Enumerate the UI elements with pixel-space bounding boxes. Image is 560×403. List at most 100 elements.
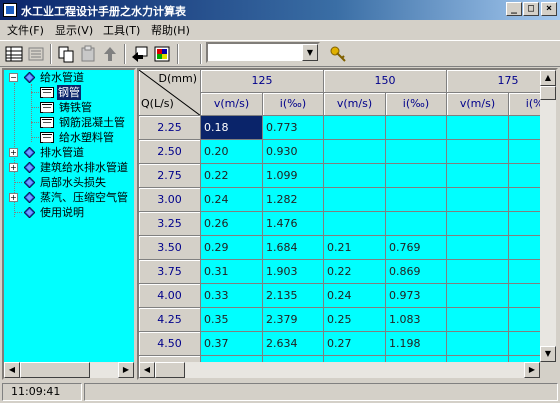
maximize-button[interactable]: □: [523, 2, 539, 16]
velocity-cell[interactable]: [324, 116, 386, 140]
grid-vertical-scrollbar[interactable]: ▲ ▼: [540, 70, 556, 362]
menu-tools[interactable]: 工具(T): [103, 22, 140, 38]
up-arrow-icon[interactable]: [100, 44, 120, 64]
gradient-cell[interactable]: 1.476: [263, 212, 324, 236]
gradient-cell[interactable]: 0.769: [386, 236, 447, 260]
copy-icon[interactable]: [56, 44, 76, 64]
gradient-cell[interactable]: 1.684: [263, 236, 324, 260]
gradient-cell[interactable]: 1.198: [386, 332, 447, 356]
key-icon[interactable]: [329, 44, 349, 64]
gradient-cell[interactable]: 2.379: [263, 308, 324, 332]
flow-row-header[interactable]: 4.50: [139, 332, 201, 356]
gradient-cell[interactable]: 1.083: [386, 308, 447, 332]
velocity-cell[interactable]: [447, 164, 509, 188]
gradient-cell[interactable]: [509, 140, 540, 164]
gradient-cell[interactable]: 0.869: [386, 260, 447, 284]
velocity-cell[interactable]: 0.25: [324, 308, 386, 332]
velocity-cell[interactable]: 0.20: [201, 140, 263, 164]
velocity-cell[interactable]: 0.21: [324, 236, 386, 260]
grid-horizontal-scrollbar[interactable]: ◀ ▶: [139, 362, 540, 378]
paste-icon[interactable]: [78, 44, 98, 64]
gradient-cell[interactable]: [386, 164, 447, 188]
velocity-cell[interactable]: [447, 284, 509, 308]
gradient-cell[interactable]: [386, 212, 447, 236]
velocity-cell[interactable]: 0.24: [201, 188, 263, 212]
gradient-cell[interactable]: 1.282: [263, 188, 324, 212]
table-view-icon[interactable]: [4, 44, 24, 64]
velocity-cell[interactable]: 0.29: [201, 236, 263, 260]
velocity-cell[interactable]: [447, 236, 509, 260]
velocity-cell[interactable]: [447, 308, 509, 332]
gradient-cell[interactable]: 0.930: [263, 140, 324, 164]
velocity-cell[interactable]: [447, 332, 509, 356]
flow-row-header[interactable]: 4.00: [139, 284, 201, 308]
gradient-cell[interactable]: [509, 116, 540, 140]
close-button[interactable]: ×: [541, 2, 557, 16]
palette-icon[interactable]: [152, 44, 172, 64]
scroll-up-icon[interactable]: ▲: [540, 70, 556, 86]
velocity-cell[interactable]: [324, 164, 386, 188]
gradient-cell[interactable]: [509, 284, 540, 308]
chevron-down-icon[interactable]: ▼: [302, 44, 318, 61]
velocity-cell[interactable]: [447, 140, 509, 164]
flow-row-header[interactable]: 3.50: [139, 236, 201, 260]
velocity-cell[interactable]: [447, 212, 509, 236]
gradient-cell[interactable]: 1.099: [263, 164, 324, 188]
gradient-cell[interactable]: [386, 116, 447, 140]
flow-row-header[interactable]: 2.50: [139, 140, 201, 164]
search-combobox[interactable]: ▼: [206, 42, 320, 63]
scroll-down-icon[interactable]: ▼: [540, 346, 556, 362]
velocity-cell[interactable]: [324, 140, 386, 164]
scroll-left-icon[interactable]: ◀: [4, 362, 20, 378]
velocity-cell[interactable]: 0.18: [201, 116, 263, 140]
collapse-icon[interactable]: −: [9, 73, 18, 82]
flow-row-header[interactable]: 3.75: [139, 260, 201, 284]
gradient-cell[interactable]: 1.903: [263, 260, 324, 284]
velocity-cell[interactable]: [447, 260, 509, 284]
velocity-cell[interactable]: [324, 212, 386, 236]
velocity-cell[interactable]: 0.35: [201, 308, 263, 332]
velocity-cell[interactable]: 0.37: [201, 332, 263, 356]
velocity-cell[interactable]: 0.22: [324, 260, 386, 284]
gradient-cell[interactable]: [386, 140, 447, 164]
menu-help[interactable]: 帮助(H): [151, 22, 190, 38]
gradient-cell[interactable]: [509, 332, 540, 356]
velocity-cell[interactable]: 0.26: [201, 212, 263, 236]
menu-file[interactable]: 文件(F): [7, 22, 44, 38]
expand-icon[interactable]: +: [9, 148, 18, 157]
scroll-left-icon[interactable]: ◀: [139, 362, 155, 378]
gradient-cell[interactable]: [386, 188, 447, 212]
menu-view[interactable]: 显示(V): [55, 22, 93, 38]
velocity-cell[interactable]: [447, 188, 509, 212]
flow-row-header[interactable]: 3.25: [139, 212, 201, 236]
tree-horizontal-scrollbar[interactable]: ◀ ▶: [4, 362, 134, 378]
gradient-cell[interactable]: 2.135: [263, 284, 324, 308]
expand-icon[interactable]: +: [9, 163, 18, 172]
velocity-cell[interactable]: [324, 188, 386, 212]
list-view-icon[interactable]: [26, 44, 46, 64]
gradient-cell[interactable]: 0.773: [263, 116, 324, 140]
scroll-thumb[interactable]: [155, 362, 185, 378]
gradient-cell[interactable]: 0.973: [386, 284, 447, 308]
app-icon[interactable]: [3, 3, 17, 17]
flow-row-header[interactable]: 2.75: [139, 164, 201, 188]
expand-icon[interactable]: +: [9, 193, 18, 202]
velocity-cell[interactable]: 0.33: [201, 284, 263, 308]
flow-row-header[interactable]: 4.25: [139, 308, 201, 332]
gradient-cell[interactable]: [509, 260, 540, 284]
flow-row-header[interactable]: 2.25: [139, 116, 201, 140]
back-icon[interactable]: [130, 44, 150, 64]
gradient-cell[interactable]: [509, 164, 540, 188]
velocity-cell[interactable]: 0.31: [201, 260, 263, 284]
gradient-cell[interactable]: 2.634: [263, 332, 324, 356]
velocity-cell[interactable]: 0.24: [324, 284, 386, 308]
velocity-cell[interactable]: 0.22: [201, 164, 263, 188]
scroll-right-icon[interactable]: ▶: [118, 362, 134, 378]
velocity-cell[interactable]: 0.27: [324, 332, 386, 356]
gradient-cell[interactable]: [509, 188, 540, 212]
minimize-button[interactable]: _: [506, 2, 522, 16]
flow-row-header[interactable]: 3.00: [139, 188, 201, 212]
scroll-thumb[interactable]: [20, 362, 90, 378]
gradient-cell[interactable]: [509, 308, 540, 332]
scroll-right-icon[interactable]: ▶: [524, 362, 540, 378]
